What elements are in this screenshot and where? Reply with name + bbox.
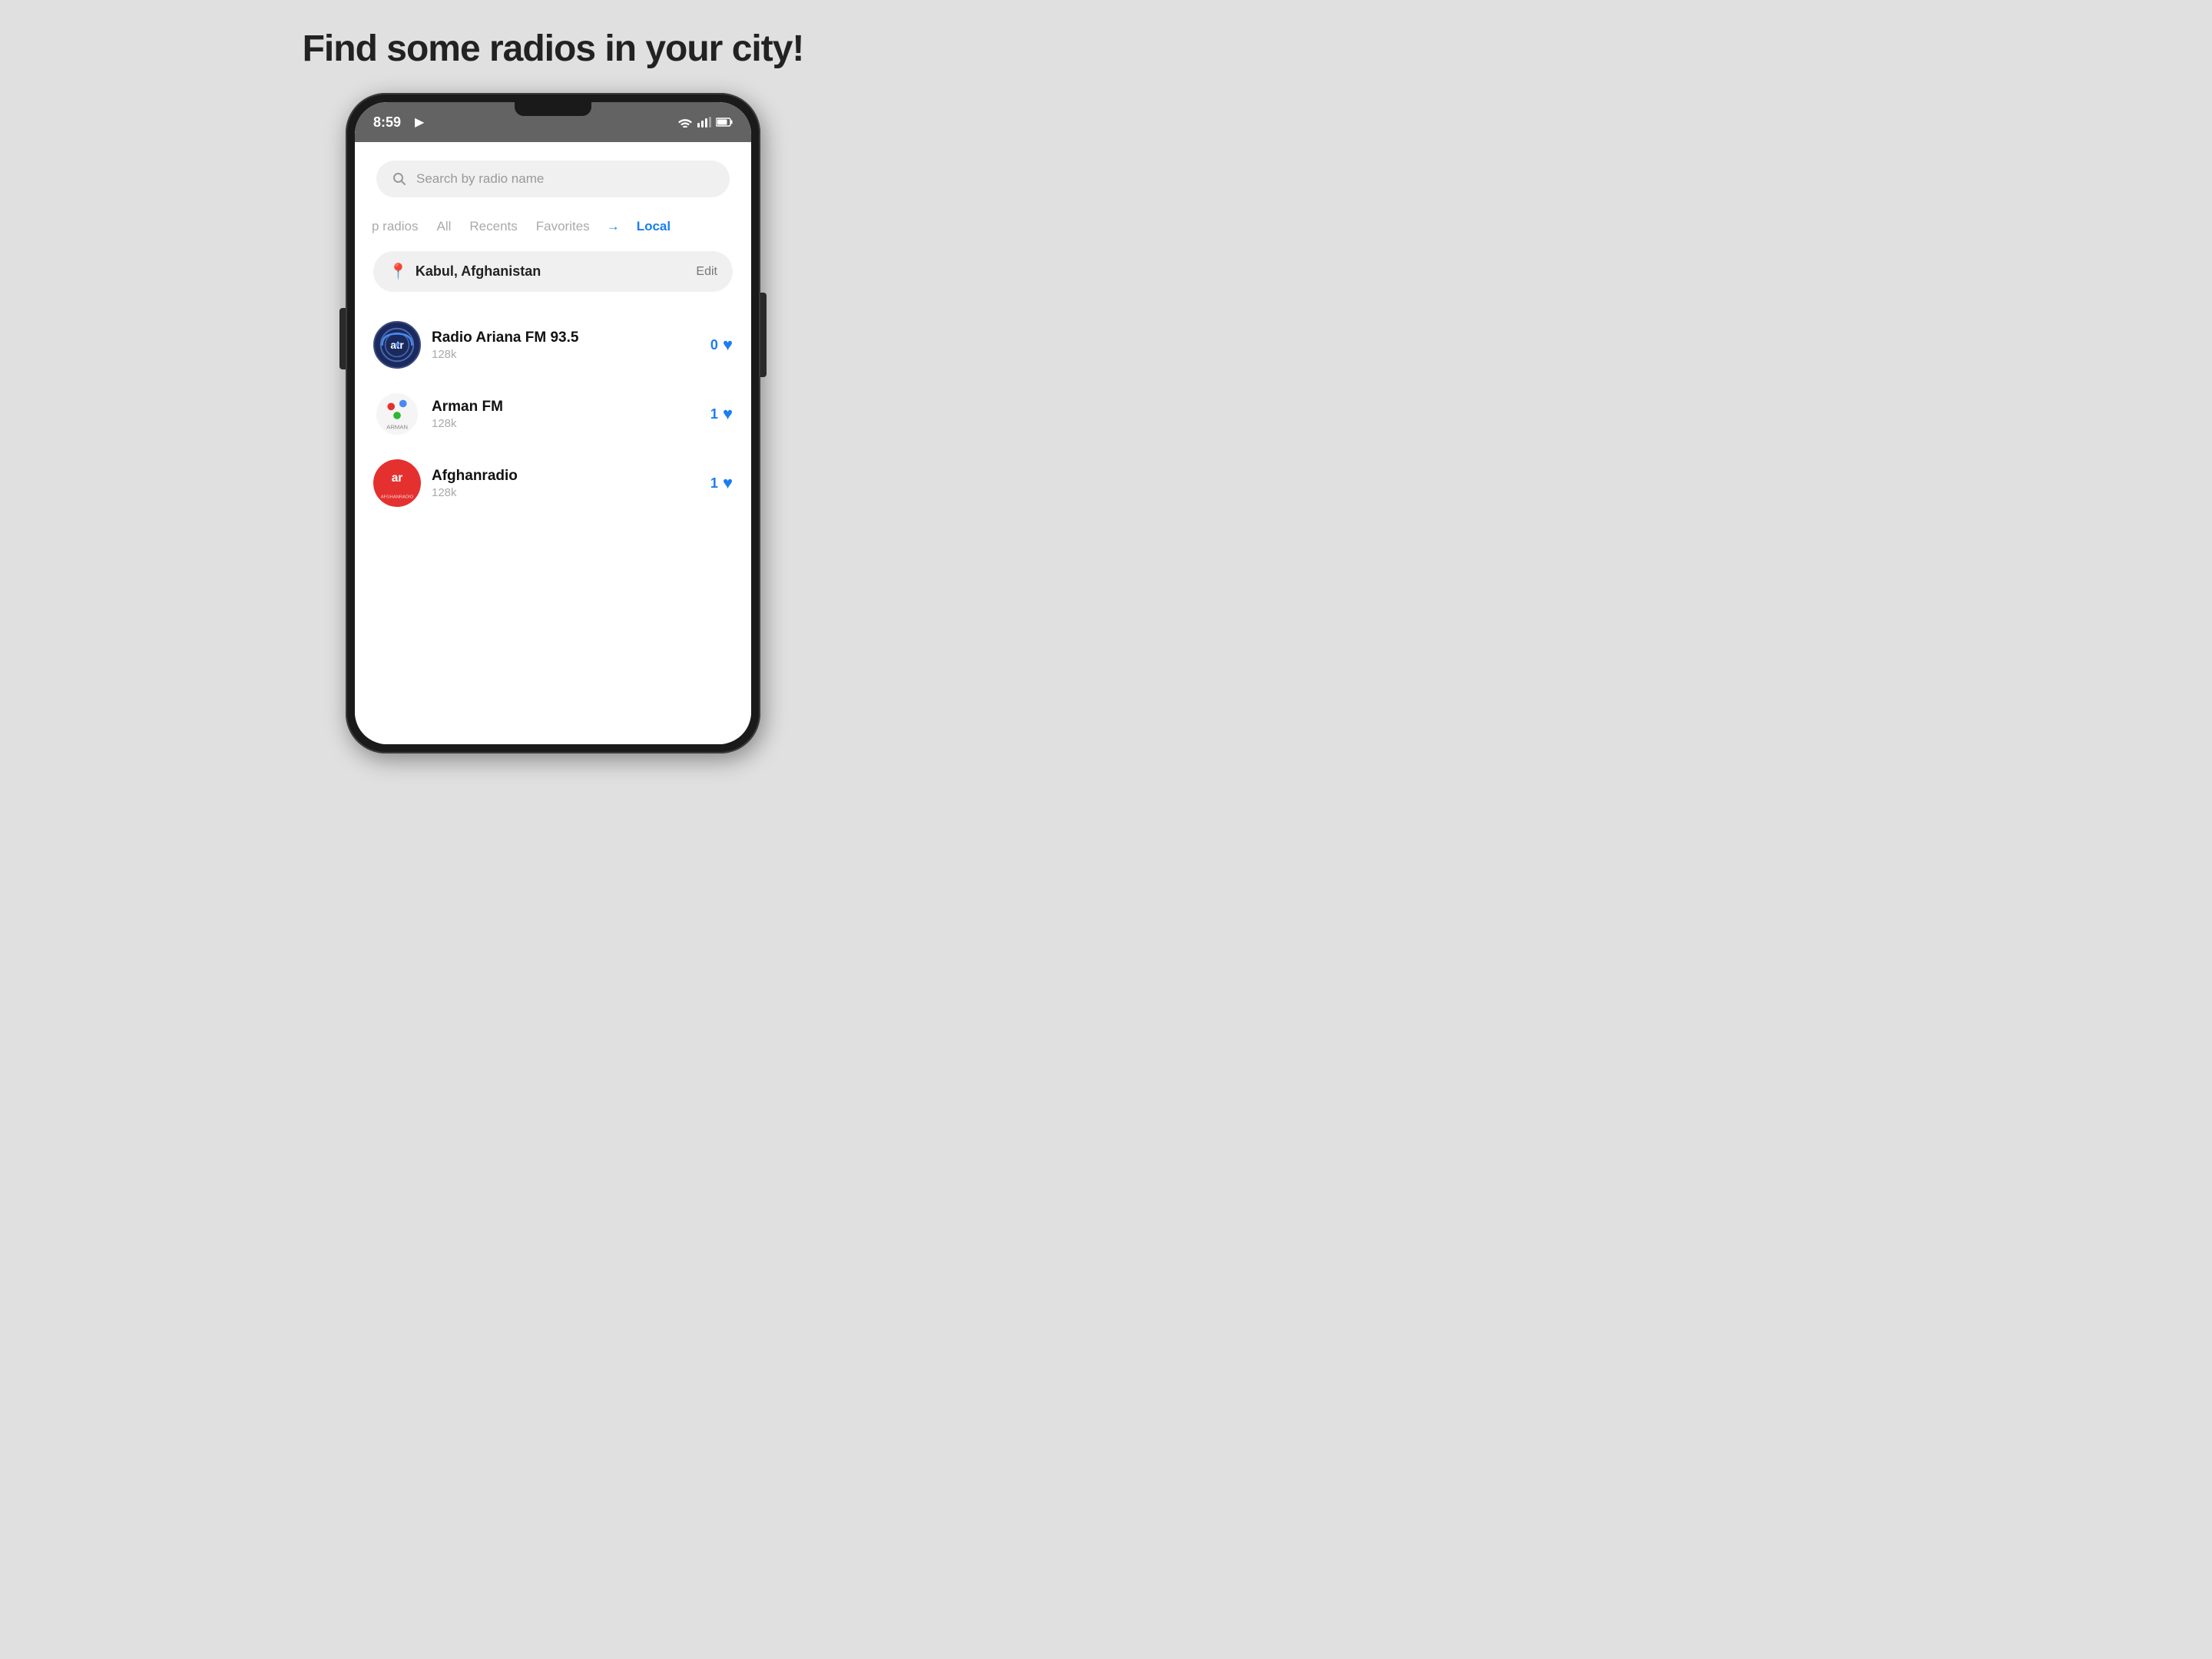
radio-logo-ariana: atr [373, 321, 421, 369]
radio-bitrate-ariana: 128k [432, 348, 700, 361]
location-left: 📍 Kabul, Afghanistan [389, 262, 541, 281]
search-bar[interactable]: Search by radio name [376, 161, 730, 197]
location-name: Kabul, Afghanistan [416, 263, 541, 280]
tab-local[interactable]: Local [635, 216, 672, 237]
fav-count-afghan: 1 [710, 475, 718, 492]
radio-favorite-afghan[interactable]: 1 ♥ [710, 473, 733, 493]
radio-logo-afghan: ar AFGHANRADIO [373, 459, 421, 507]
radio-name-ariana: Radio Ariana FM 93.5 [432, 329, 700, 346]
search-icon [392, 171, 407, 187]
search-placeholder: Search by radio name [416, 171, 544, 187]
location-pin-icon: 📍 [389, 262, 408, 281]
radio-favorite-arman[interactable]: 1 ♥ [710, 404, 733, 424]
fav-count-arman: 1 [710, 406, 718, 422]
fav-count-ariana: 0 [710, 337, 718, 353]
svg-text:ar: ar [392, 472, 403, 485]
signal-icon [697, 117, 711, 127]
phone-shell: 8:59 ▶ [346, 93, 760, 753]
play-indicator: ▶ [415, 114, 424, 130]
phone-notch [515, 102, 591, 116]
status-time: 8:59 [373, 114, 401, 131]
radio-name-arman: Arman FM [432, 399, 700, 416]
location-bar[interactable]: 📍 Kabul, Afghanistan Edit [373, 251, 733, 292]
radio-bitrate-afghan: 128k [432, 486, 700, 499]
fav-heart-afghan: ♥ [723, 473, 733, 493]
radio-item-ariana[interactable]: atr Radio Ariana FM 93.5 128k [355, 310, 751, 379]
radio-info-arman: Arman FM 128k [432, 399, 700, 430]
wifi-icon [677, 117, 693, 127]
status-left: 8:59 ▶ [373, 114, 424, 131]
afghan-logo-image: ar AFGHANRADIO [375, 461, 419, 505]
svg-text:AFGHANRADIO: AFGHANRADIO [381, 495, 414, 499]
svg-text:ARMAN: ARMAN [386, 423, 408, 430]
page-title: Find some radios in your city! [303, 28, 804, 70]
tab-top-radios[interactable]: p radios [370, 216, 419, 237]
radio-item-arman[interactable]: ARMAN Arman FM 128k 1 ♥ [355, 379, 751, 449]
tab-recents[interactable]: Recents [468, 216, 518, 237]
tab-bar: p radios All Recents Favorites → Local [355, 210, 751, 243]
status-icons [677, 117, 733, 127]
radio-info-ariana: Radio Ariana FM 93.5 128k [432, 329, 700, 361]
search-container: Search by radio name [355, 142, 751, 210]
radio-bitrate-arman: 128k [432, 417, 700, 430]
radio-item-afghan[interactable]: ar AFGHANRADIO Afghanradio 128k 1 ♥ [355, 449, 751, 518]
tab-all[interactable]: All [435, 216, 452, 237]
phone-mockup: 8:59 ▶ [346, 93, 760, 753]
radio-name-afghan: Afghanradio [432, 468, 700, 485]
tab-favorites[interactable]: Favorites [535, 216, 591, 237]
battery-icon [716, 118, 733, 127]
app-content: Search by radio name p radios All Recent… [355, 142, 751, 744]
radio-info-afghan: Afghanradio 128k [432, 468, 700, 499]
radio-list: atr Radio Ariana FM 93.5 128k [355, 304, 751, 744]
phone-screen: 8:59 ▶ [355, 102, 751, 744]
arman-logo-image: ARMAN [375, 392, 419, 436]
ariana-logo-image: atr [375, 323, 419, 367]
location-container: 📍 Kabul, Afghanistan Edit [355, 243, 751, 304]
radio-logo-arman: ARMAN [373, 390, 421, 438]
fav-heart-arman: ♥ [723, 404, 733, 424]
fav-heart-ariana: ♥ [723, 335, 733, 355]
tab-arrow-icon: → [607, 219, 620, 234]
radio-favorite-ariana[interactable]: 0 ♥ [710, 335, 733, 355]
location-edit-button[interactable]: Edit [696, 265, 717, 279]
